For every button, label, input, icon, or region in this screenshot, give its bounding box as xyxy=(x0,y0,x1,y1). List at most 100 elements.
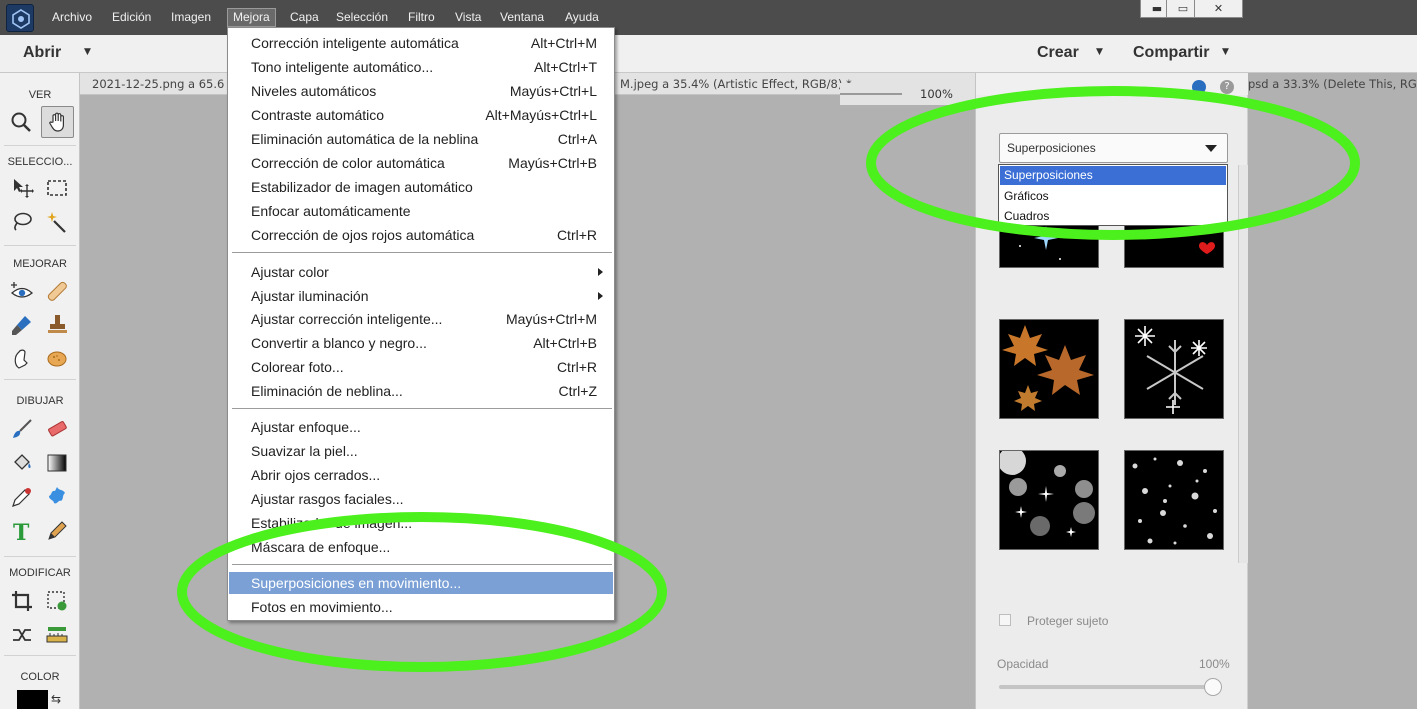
menu-item-unsharp-mask[interactable]: Máscara de enfoque... xyxy=(229,536,613,558)
lasso-tool-icon[interactable] xyxy=(7,207,37,237)
menu-item-auto-smart-fix[interactable]: Corrección inteligente automática Alt+Ctr… xyxy=(229,32,613,54)
option-cuadros[interactable]: Cuadros xyxy=(999,206,1227,226)
zoom-slider[interactable] xyxy=(840,93,902,95)
brush-tool-icon[interactable] xyxy=(7,414,37,444)
menu-item-adjust-smart-fix[interactable]: Ajustar corrección inteligente... Mayús+C… xyxy=(229,308,613,330)
sponge-tool-icon[interactable] xyxy=(42,344,72,374)
menu-item-auto-sharpen[interactable]: Enfocar automáticamente xyxy=(229,200,613,222)
section-draw-label: DIBUJAR xyxy=(16,395,64,407)
falling-snow-overlay-thumb[interactable] xyxy=(1124,450,1224,550)
menu-item-auto-levels[interactable]: Niveles automáticos Mayús+Ctrl+L xyxy=(229,80,613,102)
menu-edicion[interactable]: Edición xyxy=(107,8,156,27)
custom-shape-tool-icon[interactable] xyxy=(42,482,72,512)
doc-tab-3[interactable]: psd a 33.3% (Delete This, RGB/8) xyxy=(1248,77,1417,91)
effects-panel: Superposiciones Superposiciones Gráficos… xyxy=(976,95,1248,709)
overlay-type-select[interactable]: Superposiciones xyxy=(999,133,1228,163)
top-toolbar: Abrir ▼ Crear ▼ Compartir ▼ xyxy=(0,35,1417,73)
thumbnail-scrollbar[interactable] xyxy=(1238,165,1248,563)
protect-subject-checkbox[interactable] xyxy=(999,614,1011,626)
clone-stamp-tool-icon[interactable] xyxy=(42,310,72,340)
menu-item-convert-bw[interactable]: Convertir a blanco y negro... Alt+Ctrl+B xyxy=(229,332,613,354)
menu-capa[interactable]: Capa xyxy=(285,8,324,27)
divider xyxy=(4,145,76,146)
autumn-leaves-overlay-thumb[interactable] xyxy=(999,319,1099,419)
menu-item-adjust-facial-features[interactable]: Ajustar rasgos faciales... xyxy=(229,488,613,510)
menu-item-smooth-skin[interactable]: Suavizar la piel... xyxy=(229,440,613,462)
menu-item-moving-overlays[interactable]: Superposiciones en movimiento... xyxy=(229,572,613,594)
menu-item-moving-photos[interactable]: Fotos en movimiento... xyxy=(229,596,613,618)
canvas-strip: psd a 33.3% (Delete This, RGB/8) xyxy=(1248,73,1417,709)
app-logo-icon xyxy=(6,4,34,32)
mejora-menu: Corrección inteligente automática Alt+Ctr… xyxy=(227,27,615,621)
hand-tool-icon[interactable] xyxy=(41,106,74,138)
share-caret-icon[interactable]: ▼ xyxy=(1222,47,1229,57)
magic-wand-tool-icon[interactable] xyxy=(42,207,72,237)
eraser-tool-icon[interactable] xyxy=(42,414,72,444)
refresh-icon[interactable] xyxy=(1192,80,1206,94)
menu-item-adjust-color[interactable]: Ajustar color xyxy=(229,261,613,283)
smart-brush-tool-icon[interactable] xyxy=(7,310,37,340)
share-button[interactable]: Compartir xyxy=(1133,44,1209,62)
menu-seleccion[interactable]: Selección xyxy=(331,8,393,27)
select-value: Superposiciones xyxy=(1007,141,1096,155)
menu-item-adjust-sharpness[interactable]: Ajustar enfoque... xyxy=(229,416,613,438)
opacity-slider[interactable] xyxy=(999,685,1213,689)
create-button[interactable]: Crear xyxy=(1037,44,1079,62)
marquee-tool-icon[interactable] xyxy=(42,173,72,203)
doc-tab-2[interactable]: M.jpeg a 35.4% (Artistic Effect, RGB/8) … xyxy=(620,77,852,91)
bokeh-sparkles-overlay-thumb[interactable] xyxy=(999,450,1099,550)
snowflakes-overlay-thumb[interactable] xyxy=(1124,319,1224,419)
menu-imagen[interactable]: Imagen xyxy=(166,8,216,27)
eyedropper-tool-icon[interactable] xyxy=(7,482,37,512)
menu-filtro[interactable]: Filtro xyxy=(403,8,440,27)
healing-brush-tool-icon[interactable] xyxy=(42,276,72,306)
menu-item-auto-smart-tone[interactable]: Tono inteligente automático... Alt+Ctrl+T xyxy=(229,56,613,78)
straighten-tool-icon[interactable] xyxy=(42,620,72,650)
recompose-tool-icon[interactable] xyxy=(42,586,72,616)
swap-colors-icon[interactable]: ⇆ xyxy=(51,692,61,706)
menu-item-haze-removal[interactable]: Eliminación de neblina... Ctrl+Z xyxy=(229,380,613,402)
pencil-tool-icon[interactable] xyxy=(42,516,72,546)
help-icon[interactable]: ? xyxy=(1220,80,1234,94)
menu-item-auto-shake-reduction[interactable]: Estabilizador de imagen automático xyxy=(229,176,613,198)
content-aware-move-tool-icon[interactable] xyxy=(7,620,37,650)
crop-tool-icon[interactable] xyxy=(7,586,37,616)
tools-panel: VER SELECCIO... MEJORAR DIBUJAR T MODIFI… xyxy=(0,73,80,709)
open-button[interactable]: Abrir xyxy=(23,44,61,62)
foreground-color-swatch[interactable] xyxy=(17,690,48,709)
menu-vista[interactable]: Vista xyxy=(450,8,486,27)
zoom-tool-icon[interactable] xyxy=(6,107,36,137)
menu-item-auto-haze-removal[interactable]: Eliminación automática de la neblina Ctrl… xyxy=(229,128,613,150)
opacity-value: 100% xyxy=(1199,657,1230,671)
menu-item-shake-reduction[interactable]: Estabilizador de imagen... xyxy=(229,512,613,534)
paint-bucket-tool-icon[interactable] xyxy=(7,448,37,478)
red-eye-tool-icon[interactable] xyxy=(7,276,37,306)
gradient-tool-icon[interactable] xyxy=(42,448,72,478)
option-graficos[interactable]: Gráficos xyxy=(999,186,1227,206)
type-tool-icon[interactable]: T xyxy=(7,516,37,546)
close-button[interactable]: ✕ xyxy=(1194,0,1243,18)
menu-item-open-closed-eyes[interactable]: Abrir ojos cerrados... xyxy=(229,464,613,486)
doc-tab-1[interactable]: 2021-12-25.png a 65.6 xyxy=(92,77,224,91)
move-tool-icon[interactable] xyxy=(7,173,37,203)
menu-mejora[interactable]: Mejora xyxy=(227,8,276,27)
svg-text:T: T xyxy=(13,520,30,543)
menu-item-auto-red-eye[interactable]: Corrección de ojos rojos automática Ctrl+… xyxy=(229,224,613,246)
option-superposiciones[interactable]: Superposiciones xyxy=(1000,166,1226,185)
menu-ayuda[interactable]: Ayuda xyxy=(560,8,604,27)
smudge-tool-icon[interactable] xyxy=(7,344,37,374)
divider xyxy=(4,556,76,557)
menu-item-auto-color[interactable]: Corrección de color automática Mayús+Ctrl… xyxy=(229,152,613,174)
menu-ventana[interactable]: Ventana xyxy=(495,8,549,27)
open-caret-icon[interactable]: ▼ xyxy=(84,47,91,57)
menu-separator xyxy=(232,252,612,253)
menu-item-adjust-lighting[interactable]: Ajustar iluminación xyxy=(229,285,613,307)
divider xyxy=(4,245,76,246)
menu-item-colorize-photo[interactable]: Colorear foto... Ctrl+R xyxy=(229,356,613,378)
menu-item-auto-contrast[interactable]: Contraste automático Alt+Mayús+Ctrl+L xyxy=(229,104,613,126)
opacity-slider-handle[interactable] xyxy=(1204,678,1222,696)
zoom-control: 100% xyxy=(840,83,975,105)
create-caret-icon[interactable]: ▼ xyxy=(1096,47,1103,57)
menu-archivo[interactable]: Archivo xyxy=(47,8,97,27)
section-enhance-label: MEJORAR xyxy=(13,258,67,270)
